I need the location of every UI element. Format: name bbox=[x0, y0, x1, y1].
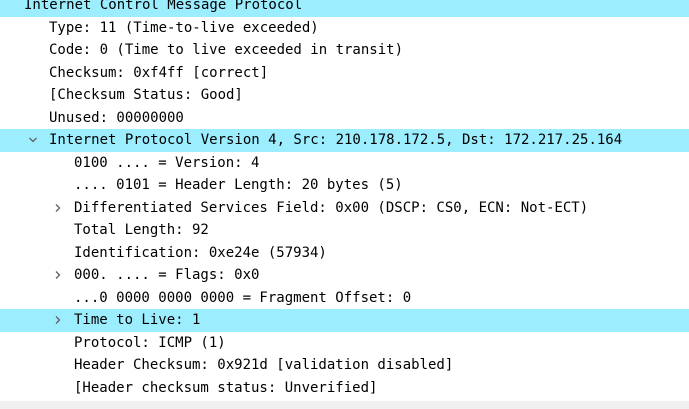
tree-row-label: Code: 0 (Time to live exceeded in transi… bbox=[49, 42, 404, 58]
tree-row-ip-header-checksum-status[interactable]: [Header checksum status: Unverified] bbox=[0, 377, 689, 400]
tree-row-label: ...0 0000 0000 0000 = Fragment Offset: 0 bbox=[74, 289, 412, 306]
tree-row-ip-protocol[interactable]: Protocol: ICMP (1) bbox=[0, 332, 689, 355]
tree-row-label: 000. .... = Flags: 0x0 bbox=[74, 267, 260, 283]
tree-row-icmp-checksum[interactable]: Checksum: 0xf4ff [correct] bbox=[0, 62, 689, 85]
tree-row-label: Internet Protocol Version 4, Src: 210.17… bbox=[49, 132, 623, 148]
tree-row-label: Total Length: 92 bbox=[74, 222, 209, 238]
chevron-right-icon[interactable] bbox=[51, 309, 65, 332]
tree-row-label: Checksum: 0xf4ff [correct] bbox=[49, 64, 269, 81]
tree-row-ip-fragment-offset[interactable]: ...0 0000 0000 0000 = Fragment Offset: 0 bbox=[0, 287, 689, 310]
tree-row-label: Identification: 0xe24e (57934) bbox=[74, 244, 327, 261]
tree-row-ip-header-length[interactable]: .... 0101 = Header Length: 20 bytes (5) bbox=[0, 174, 689, 197]
tree-row-ip-header-checksum[interactable]: Header Checksum: 0x921d [validation disa… bbox=[0, 354, 689, 377]
tree-row-label: Header Checksum: 0x921d [validation disa… bbox=[74, 357, 454, 373]
tree-row-ipv4[interactable]: Internet Protocol Version 4, Src: 210.17… bbox=[0, 129, 689, 152]
tree-row-icmp-unused[interactable]: Unused: 00000000 bbox=[0, 107, 689, 130]
tree-row-icmp[interactable]: Internet Control Message Protocol bbox=[0, 0, 689, 17]
tree-row-ip-dsfield[interactable]: Differentiated Services Field: 0x00 (DSC… bbox=[0, 197, 689, 220]
chevron-down-icon[interactable] bbox=[26, 129, 40, 152]
tree-row-ip-total-length[interactable]: Total Length: 92 bbox=[0, 219, 689, 242]
tree-row-label: [Header checksum status: Unverified] bbox=[74, 379, 378, 396]
tree-row-label: Unused: 00000000 bbox=[49, 109, 184, 126]
tree-row-label: .... 0101 = Header Length: 20 bytes (5) bbox=[74, 177, 403, 193]
tree-row-label: Differentiated Services Field: 0x00 (DSC… bbox=[74, 199, 589, 216]
tree-row-label: Protocol: ICMP (1) bbox=[74, 334, 226, 351]
tree-row-label: Type: 11 (Time-to-live exceeded) bbox=[49, 19, 319, 36]
chevron-right-icon[interactable] bbox=[51, 197, 65, 220]
packet-details-tree: Internet Control Message Protocol Type: … bbox=[0, 0, 689, 399]
tree-row-ip-version[interactable]: 0100 .... = Version: 4 bbox=[0, 152, 689, 175]
horizontal-scrollbar[interactable] bbox=[0, 401, 689, 409]
tree-row-ip-flags[interactable]: 000. .... = Flags: 0x0 bbox=[0, 264, 689, 287]
tree-row-icmp-checksum-status[interactable]: [Checksum Status: Good] bbox=[0, 84, 689, 107]
tree-row-label: Time to Live: 1 bbox=[74, 312, 201, 328]
tree-row-label: Internet Control Message Protocol bbox=[24, 0, 303, 13]
tree-row-ip-identification[interactable]: Identification: 0xe24e (57934) bbox=[0, 242, 689, 265]
chevron-right-icon[interactable] bbox=[51, 264, 65, 287]
tree-row-label: 0100 .... = Version: 4 bbox=[74, 154, 260, 171]
tree-row-ip-ttl[interactable]: Time to Live: 1 bbox=[0, 309, 689, 332]
tree-row-icmp-type[interactable]: Type: 11 (Time-to-live exceeded) bbox=[0, 17, 689, 40]
tree-row-icmp-code[interactable]: Code: 0 (Time to live exceeded in transi… bbox=[0, 39, 689, 62]
tree-row-label: [Checksum Status: Good] bbox=[49, 87, 243, 103]
